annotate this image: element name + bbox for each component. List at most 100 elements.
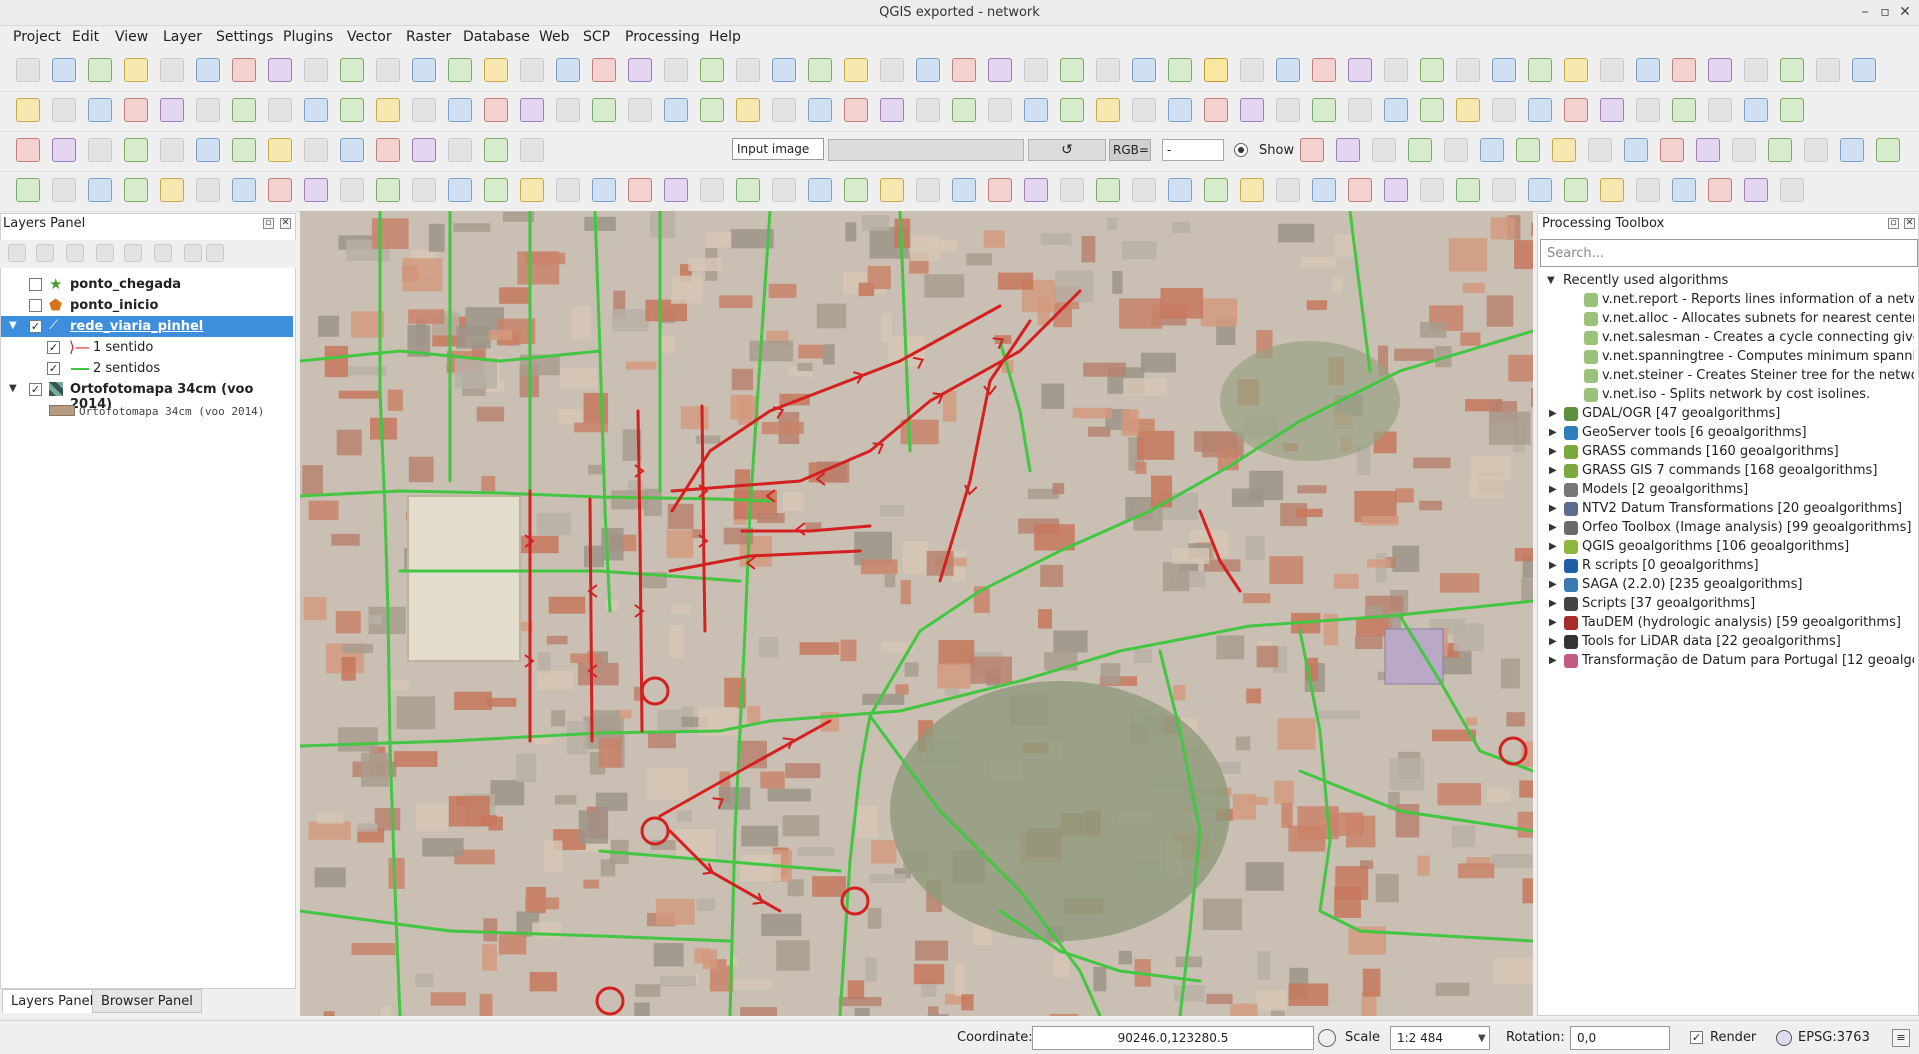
toolbar-tool-icon[interactable]: [844, 58, 868, 82]
menu-project[interactable]: Project: [13, 29, 61, 45]
toolbar-tool-icon[interactable]: [484, 58, 508, 82]
toolbar-tool-icon[interactable]: [1204, 58, 1228, 82]
toolbar-tool-icon[interactable]: [196, 58, 220, 82]
expand-arrow-icon[interactable]: ▶: [1549, 655, 1561, 667]
toolbar-tool-icon[interactable]: [1024, 178, 1048, 202]
toolbar-tool-icon[interactable]: [88, 138, 112, 162]
tree-provider[interactable]: NTV2 Datum Transformations [20 geoalgori…: [1564, 500, 1914, 519]
coordinate-field[interactable]: 90246.0,123280.5: [1032, 1026, 1314, 1050]
toolbar-tool-icon[interactable]: [412, 58, 436, 82]
toolbar-tool-icon[interactable]: [772, 58, 796, 82]
toolbar-tool-icon[interactable]: [1204, 98, 1228, 122]
layer-row-ortofotomapa[interactable]: ▼ ✓ Ortofotomapa 34cm (voo 2014): [1, 379, 293, 412]
toolbar-tool-icon[interactable]: [808, 98, 832, 122]
toolbar-tool-icon[interactable]: [412, 138, 436, 162]
expand-arrow-icon[interactable]: ▶: [1549, 408, 1561, 420]
layers-toolbar-icon[interactable]: [206, 244, 224, 262]
toolbar-tool-icon[interactable]: [1672, 178, 1696, 202]
toolbar-tool-icon[interactable]: [232, 138, 256, 162]
layer-row-rede-viaria-pinhel[interactable]: ▼ ✓ ⟋ rede_viaria_pinhel: [1, 316, 293, 337]
toolbar-tool-icon[interactable]: [556, 98, 580, 122]
toolbar-tool-icon[interactable]: [1240, 58, 1264, 82]
toolbar-tool-icon[interactable]: [1384, 98, 1408, 122]
toolbar-tool-icon[interactable]: [1312, 58, 1336, 82]
toolbar-tool-icon[interactable]: [664, 58, 688, 82]
toolbar-tool-icon[interactable]: [1456, 178, 1480, 202]
globe-icon[interactable]: [1776, 1030, 1792, 1046]
expand-arrow-icon[interactable]: ▶: [1549, 427, 1561, 439]
tree-recent-algorithm[interactable]: v.net.steiner - Creates Steiner tree for…: [1584, 367, 1914, 386]
toolbar-tool-icon[interactable]: [1480, 138, 1504, 162]
toolbar-tool-icon[interactable]: [844, 178, 868, 202]
toolbar-tool-icon[interactable]: [1780, 178, 1804, 202]
toolbar-tool-icon[interactable]: [1744, 178, 1768, 202]
menu-vector[interactable]: Vector: [347, 29, 392, 45]
menu-plugins[interactable]: Plugins: [283, 29, 333, 45]
toolbar-tool-icon[interactable]: [1492, 98, 1516, 122]
scale-combo[interactable]: 1:2 484: [1390, 1026, 1490, 1050]
tree-provider[interactable]: GeoServer tools [6 geoalgorithms]: [1564, 424, 1914, 443]
tree-provider[interactable]: GRASS GIS 7 commands [168 geoalgorithms]: [1564, 462, 1914, 481]
toolbar-tool-icon[interactable]: [844, 98, 868, 122]
toolbar-tool-icon[interactable]: [1696, 138, 1720, 162]
toolbar-tool-icon[interactable]: [376, 98, 400, 122]
expand-arrow-icon[interactable]: ▶: [1549, 636, 1561, 648]
toolbar-tool-icon[interactable]: [556, 58, 580, 82]
map-canvas[interactable]: [300, 211, 1533, 1016]
toolbar-tool-icon[interactable]: [484, 98, 508, 122]
toolbar-tool-icon[interactable]: [1312, 178, 1336, 202]
toolbar-tool-icon[interactable]: [376, 58, 400, 82]
menu-settings[interactable]: Settings: [216, 29, 273, 45]
toolbar-tool-icon[interactable]: [1456, 58, 1480, 82]
toolbar-tool-icon[interactable]: [700, 178, 724, 202]
toolbar-tool-icon[interactable]: [1168, 178, 1192, 202]
toolbar-tool-icon[interactable]: [16, 178, 40, 202]
toolbar-tool-icon[interactable]: [1240, 178, 1264, 202]
layers-toolbar-icon[interactable]: [154, 244, 172, 262]
toolbar-tool-icon[interactable]: [16, 98, 40, 122]
toolbar-tool-icon[interactable]: [1420, 98, 1444, 122]
tree-provider[interactable]: Scripts [37 geoalgorithms]: [1564, 595, 1914, 614]
tree-provider[interactable]: R scripts [0 geoalgorithms]: [1564, 557, 1914, 576]
toolbar-tool-icon[interactable]: [952, 178, 976, 202]
chevron-down-icon[interactable]: ▼: [1478, 1033, 1486, 1044]
menu-help[interactable]: Help: [709, 29, 741, 45]
render-checkbox[interactable]: ✓: [1690, 1031, 1703, 1044]
toolbar-tool-icon[interactable]: [376, 178, 400, 202]
legend-visibility-checkbox[interactable]: ✓: [47, 362, 60, 375]
toolbar-tool-icon[interactable]: [268, 138, 292, 162]
toolbar-tool-icon[interactable]: [1564, 58, 1588, 82]
toolbar-tool-icon[interactable]: [772, 98, 796, 122]
panel-float-icon[interactable]: ▫: [1888, 218, 1899, 229]
expand-arrow-icon[interactable]: ▶: [1549, 598, 1561, 610]
input-image-combo[interactable]: [828, 139, 1024, 161]
toolbar-tool-icon[interactable]: [1852, 58, 1876, 82]
toolbar-tool-icon[interactable]: [880, 178, 904, 202]
rotation-spinbox[interactable]: 0,0: [1570, 1026, 1670, 1050]
toolbar-tool-icon[interactable]: [1564, 98, 1588, 122]
tree-recent-algorithm[interactable]: v.net.report - Reports lines information…: [1584, 291, 1914, 310]
toolbar-tool-icon[interactable]: [160, 178, 184, 202]
toolbar-tool-icon[interactable]: [1708, 98, 1732, 122]
expand-arrow-icon[interactable]: ▶: [1549, 579, 1561, 591]
toolbar-tool-icon[interactable]: [628, 98, 652, 122]
toolbar-tool-icon[interactable]: [520, 138, 544, 162]
panel-close-icon[interactable]: ✕: [1904, 218, 1915, 229]
toolbar-tool-icon[interactable]: [124, 178, 148, 202]
tree-recent-header[interactable]: Recently used algorithms: [1563, 272, 1914, 291]
toolbar-tool-icon[interactable]: [1456, 98, 1480, 122]
tree-provider[interactable]: Models [2 geoalgorithms]: [1564, 481, 1914, 500]
toolbar-tool-icon[interactable]: [412, 98, 436, 122]
toolbar-tool-icon[interactable]: [448, 178, 472, 202]
toolbar-tool-icon[interactable]: [304, 138, 328, 162]
toolbar-tool-icon[interactable]: [1492, 178, 1516, 202]
toolbar-tool-icon[interactable]: [1564, 178, 1588, 202]
tree-recent-algorithm[interactable]: v.net.spanningtree - Computes minimum sp…: [1584, 348, 1914, 367]
layer-visibility-checkbox[interactable]: [29, 299, 42, 312]
toolbar-tool-icon[interactable]: [1636, 178, 1660, 202]
toolbar-tool-icon[interactable]: [1840, 138, 1864, 162]
tree-provider[interactable]: QGIS geoalgorithms [106 geoalgorithms]: [1564, 538, 1914, 557]
toolbar-tool-icon[interactable]: [1672, 98, 1696, 122]
toolbar-tool-icon[interactable]: [1528, 178, 1552, 202]
toolbar-tool-icon[interactable]: [520, 98, 544, 122]
